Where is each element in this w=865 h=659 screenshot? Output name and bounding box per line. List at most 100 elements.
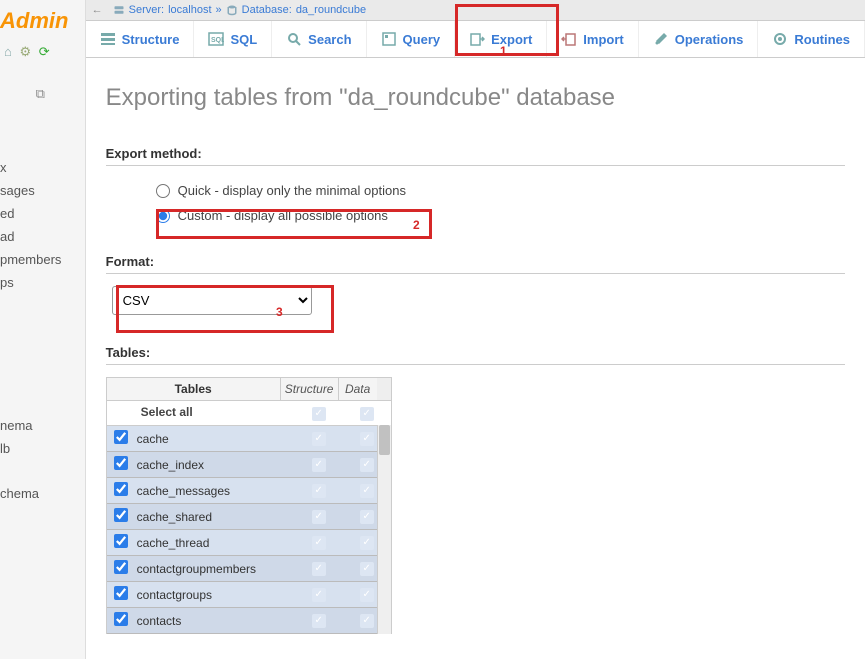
routines-icon bbox=[772, 31, 788, 47]
table-row: contactgroups ✓ ✓ bbox=[107, 582, 391, 608]
table-data-cb[interactable]: ✓ bbox=[360, 588, 374, 602]
tables-header: Tables Structure Data bbox=[107, 377, 391, 401]
table-data-cb[interactable]: ✓ bbox=[360, 562, 374, 576]
tab-label: Search bbox=[308, 32, 351, 47]
table-name[interactable]: contactgroups bbox=[135, 584, 295, 606]
back-arrow-icon[interactable]: ← bbox=[92, 4, 103, 16]
table-data-cb[interactable]: ✓ bbox=[360, 458, 374, 472]
sidebar-item[interactable]: chema bbox=[0, 482, 85, 505]
tab-routines[interactable]: Routines bbox=[758, 21, 865, 57]
operations-icon bbox=[653, 31, 669, 47]
sidebar-toolbar: ⌂ ⚙ ⟳ bbox=[0, 40, 85, 68]
table-data-cb[interactable]: ✓ bbox=[360, 510, 374, 524]
tab-query[interactable]: Query bbox=[367, 21, 456, 57]
table-select-cb[interactable] bbox=[114, 586, 128, 600]
sidebar-item[interactable]: ed bbox=[0, 202, 85, 225]
table-row: contactgroupmembers ✓ ✓ bbox=[107, 556, 391, 582]
table-structure-cb[interactable]: ✓ bbox=[312, 432, 326, 446]
search-icon bbox=[286, 31, 302, 47]
select-all-label[interactable]: Select all bbox=[107, 401, 295, 425]
tab-label: Export bbox=[491, 32, 532, 47]
table-select-cb[interactable] bbox=[114, 430, 128, 444]
radio-quick[interactable]: Quick - display only the minimal options bbox=[156, 178, 845, 203]
sidebar: Admin ⌂ ⚙ ⟳ ⧉ xsagesedadpmembersps nemal… bbox=[0, 0, 86, 659]
table-name[interactable]: cache_messages bbox=[135, 480, 295, 502]
sidebar-item[interactable]: x bbox=[0, 156, 85, 179]
table-name[interactable]: contactgroupmembers bbox=[135, 558, 295, 580]
tables-header-data: Data bbox=[339, 378, 377, 400]
table-name[interactable]: cache bbox=[135, 428, 295, 450]
table-structure-cb[interactable]: ✓ bbox=[312, 510, 326, 524]
table-row: cache_messages ✓ ✓ bbox=[107, 478, 391, 504]
server-icon bbox=[113, 4, 125, 16]
scrollbar-thumb[interactable] bbox=[379, 425, 390, 455]
sidebar-item[interactable]: sages bbox=[0, 179, 85, 202]
table-row: contacts ✓ ✓ bbox=[107, 608, 391, 634]
table-data-cb[interactable]: ✓ bbox=[360, 432, 374, 446]
tables-label: Tables: bbox=[106, 345, 845, 365]
link-icon[interactable]: ⧉ bbox=[0, 68, 85, 116]
tab-operations[interactable]: Operations bbox=[639, 21, 759, 57]
table-select-cb[interactable] bbox=[114, 508, 128, 522]
table-structure-cb[interactable]: ✓ bbox=[312, 614, 326, 628]
tab-label: Structure bbox=[122, 32, 180, 47]
table-row: cache ✓ ✓ bbox=[107, 426, 391, 452]
breadcrumb-db-value[interactable]: da_roundcube bbox=[296, 4, 366, 16]
breadcrumb-db-label: Database: bbox=[242, 4, 292, 16]
table-data-cb[interactable]: ✓ bbox=[360, 484, 374, 498]
table-structure-cb[interactable]: ✓ bbox=[312, 562, 326, 576]
home-icon[interactable]: ⌂ bbox=[4, 44, 12, 59]
tab-label: Operations bbox=[675, 32, 744, 47]
gear-icon[interactable]: ⚙ bbox=[19, 44, 31, 59]
table-select-cb[interactable] bbox=[114, 534, 128, 548]
select-all-data-cb[interactable]: ✓ bbox=[360, 407, 374, 421]
table-name[interactable]: cache_index bbox=[135, 454, 295, 476]
tables-header-structure: Structure bbox=[281, 378, 339, 400]
export-method-label: Export method: bbox=[106, 146, 845, 166]
annotation-2: 2 bbox=[413, 218, 420, 232]
table-select-cb[interactable] bbox=[114, 482, 128, 496]
export-method-group: Quick - display only the minimal options… bbox=[106, 178, 845, 228]
page-title: Exporting tables from "da_roundcube" dat… bbox=[106, 84, 845, 112]
tab-label: Routines bbox=[794, 32, 850, 47]
import-icon bbox=[561, 31, 577, 47]
annotation-1: 1 bbox=[500, 44, 507, 58]
sidebar-item[interactable]: pmembers bbox=[0, 248, 85, 271]
refresh-icon[interactable]: ⟳ bbox=[39, 44, 50, 59]
table-row: cache_index ✓ ✓ bbox=[107, 452, 391, 478]
tab-label: SQL bbox=[230, 32, 257, 47]
tab-import[interactable]: Import bbox=[547, 21, 638, 57]
sidebar-item[interactable]: lb bbox=[0, 437, 85, 460]
breadcrumb-server-value[interactable]: localhost bbox=[168, 4, 211, 16]
sidebar-item[interactable]: nema bbox=[0, 414, 85, 437]
app-logo: Admin bbox=[0, 4, 85, 40]
table-data-cb[interactable]: ✓ bbox=[360, 614, 374, 628]
table-structure-cb[interactable]: ✓ bbox=[312, 458, 326, 472]
radio-quick-input[interactable] bbox=[156, 184, 170, 198]
scrollbar[interactable] bbox=[377, 425, 391, 634]
radio-custom-label: Custom - display all possible options bbox=[178, 208, 388, 223]
table-select-cb[interactable] bbox=[114, 612, 128, 626]
database-icon bbox=[226, 4, 238, 16]
table-select-cb[interactable] bbox=[114, 456, 128, 470]
tab-search[interactable]: Search bbox=[272, 21, 366, 57]
tab-bar: Structure SQL SQL Search Query Export Im… bbox=[86, 21, 865, 58]
radio-custom-input[interactable] bbox=[156, 209, 170, 223]
table-structure-cb[interactable]: ✓ bbox=[312, 536, 326, 550]
tab-structure[interactable]: Structure bbox=[86, 21, 195, 57]
table-data-cb[interactable]: ✓ bbox=[360, 536, 374, 550]
table-structure-cb[interactable]: ✓ bbox=[312, 588, 326, 602]
table-select-cb[interactable] bbox=[114, 560, 128, 574]
radio-custom[interactable]: Custom - display all possible options bbox=[156, 203, 845, 228]
sidebar-item[interactable]: ad bbox=[0, 225, 85, 248]
sidebar-item[interactable]: ps bbox=[0, 271, 85, 294]
breadcrumb: ← Server: localhost » Database: da_round… bbox=[86, 0, 865, 21]
table-name[interactable]: cache_shared bbox=[135, 506, 295, 528]
tab-label: Query bbox=[403, 32, 441, 47]
table-name[interactable]: contacts bbox=[135, 610, 295, 632]
table-structure-cb[interactable]: ✓ bbox=[312, 484, 326, 498]
tables-panel: Tables Structure Data Select all ✓ ✓ cac… bbox=[106, 377, 392, 634]
select-all-structure-cb[interactable]: ✓ bbox=[312, 407, 326, 421]
tab-sql[interactable]: SQL SQL bbox=[194, 21, 272, 57]
table-name[interactable]: cache_thread bbox=[135, 532, 295, 554]
